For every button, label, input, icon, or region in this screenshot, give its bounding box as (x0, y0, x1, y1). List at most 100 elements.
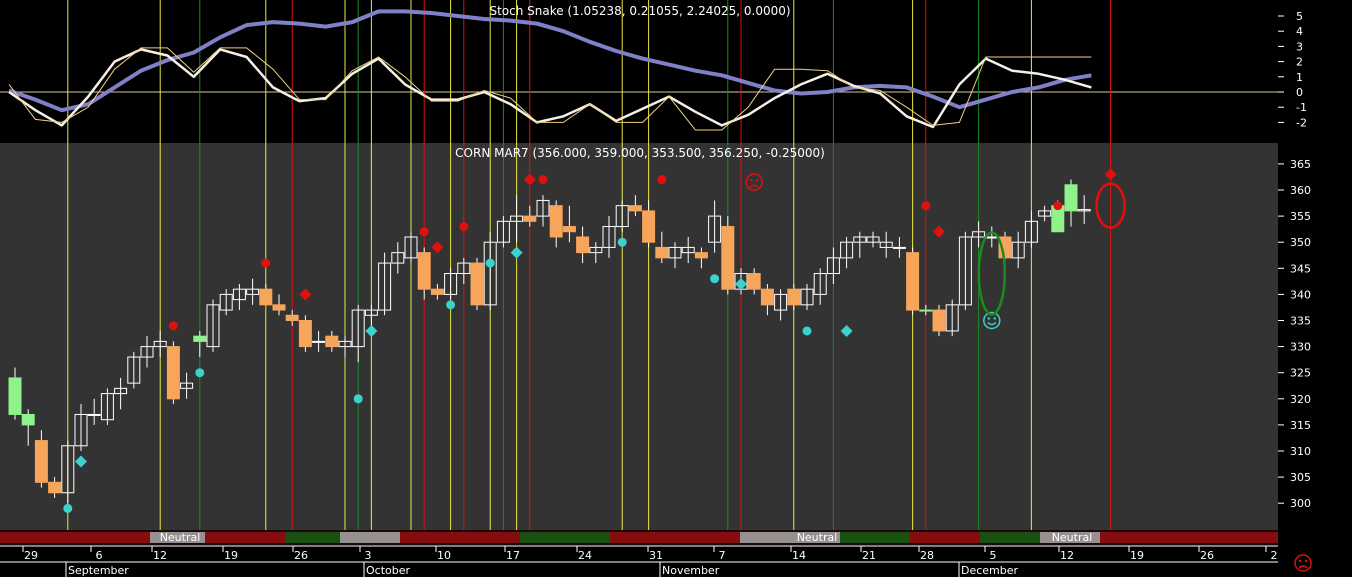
x-day-label: 19 (224, 549, 238, 562)
candle-body (932, 309, 946, 332)
price-ytick-label: 325 (1290, 367, 1311, 380)
x-month-label: September (68, 564, 129, 577)
candle-body (892, 246, 906, 249)
candle-body (272, 304, 286, 311)
signal-band-segment (400, 532, 520, 543)
candle-body (298, 320, 312, 348)
price-ytick-label: 350 (1290, 236, 1311, 249)
buy-dot (710, 274, 720, 284)
sell-dot (261, 258, 271, 268)
x-day-label: 29 (24, 549, 38, 562)
face-eye (1298, 559, 1302, 563)
price-ytick-label: 315 (1290, 419, 1311, 432)
price-ytick-label: 355 (1290, 210, 1311, 223)
candle-body (259, 288, 273, 306)
candle-body (655, 246, 669, 259)
signal-band-segment (0, 532, 150, 543)
candle-body (523, 215, 537, 222)
candle-body (417, 252, 431, 290)
chart-window: 5 4 3 2 1 0 -1 -2 365 360 355 350 345 340 335 330 325 320… (0, 0, 1352, 577)
ind-ytick-label: -1 (1296, 101, 1307, 114)
price-ytick-label: 300 (1290, 497, 1311, 510)
x-day-label: 12 (153, 549, 167, 562)
indicator-panel-bg (0, 0, 1278, 143)
candle-body (642, 210, 656, 243)
x-day-label: 12 (1060, 549, 1074, 562)
buy-dot (353, 394, 363, 404)
ind-ytick-label: 3 (1296, 40, 1303, 53)
x-day-label: 26 (1200, 549, 1214, 562)
candle-body (48, 481, 62, 494)
candle-body (985, 236, 999, 239)
face-eye (756, 178, 759, 182)
x-day-label: 17 (506, 549, 520, 562)
sell-dot (921, 201, 931, 211)
face-eye (993, 317, 996, 320)
sell-dot (657, 175, 667, 185)
price-ytick-label: 360 (1290, 184, 1311, 197)
price-panel-bg (0, 143, 1278, 530)
candle-body (8, 377, 22, 415)
price-ytick-label: 320 (1290, 393, 1311, 406)
candle-body (193, 335, 207, 342)
candle-body (747, 273, 761, 290)
candle-body (325, 335, 339, 348)
candle-body (34, 440, 48, 483)
band-label: Neutral (797, 531, 838, 544)
face-eye (750, 178, 753, 182)
candle-body (562, 226, 576, 233)
price-ytick-label: 340 (1290, 288, 1311, 301)
signal-band-segment (205, 532, 285, 543)
x-day-label: 26 (294, 549, 308, 562)
x-day-label: 28 (920, 549, 934, 562)
candle-body (628, 205, 642, 212)
sell-dot (419, 227, 429, 237)
sell-dot (168, 321, 178, 331)
signal-band-segment (340, 532, 400, 543)
x-day-label: 10 (437, 549, 451, 562)
signal-band-segment (285, 532, 340, 543)
buy-dot (446, 300, 456, 310)
signal-band-segment (980, 532, 1040, 543)
x-day-label: 3 (365, 549, 372, 562)
price-ytick-label: 330 (1290, 341, 1311, 354)
buy-dot (485, 258, 495, 268)
band-label: Neutral (160, 531, 201, 544)
price-ytick-label: 335 (1290, 315, 1311, 328)
x-day-label: 14 (792, 549, 806, 562)
candle-body (430, 288, 444, 295)
signal-band-segment (1100, 532, 1278, 543)
sell-dot (538, 175, 548, 185)
candle-body (1064, 184, 1078, 212)
signal-band-segment (840, 532, 910, 543)
candle-body (919, 309, 933, 312)
x-month-label: December (961, 564, 1019, 577)
x-day-label: 19 (1130, 549, 1144, 562)
candle-body (787, 288, 801, 306)
candle-body (166, 346, 180, 400)
x-day-label: 21 (862, 549, 876, 562)
candle-body (470, 262, 484, 306)
x-month-label: November (662, 564, 720, 577)
candle-body (694, 252, 708, 259)
chart-canvas: 543210-1-2365360355350345340335330325320… (0, 0, 1352, 577)
price-ytick-label: 310 (1290, 445, 1311, 458)
candle-body (87, 413, 101, 416)
ind-ytick-label: 0 (1296, 86, 1303, 99)
buy-dot (195, 368, 205, 378)
ind-ytick-label: 5 (1296, 10, 1303, 23)
ind-ytick-label: 2 (1296, 56, 1303, 69)
x-day-label: 24 (578, 549, 592, 562)
x-month-label: October (366, 564, 410, 577)
ind-ytick-label: 4 (1296, 25, 1303, 38)
candle-body (312, 340, 326, 343)
signal-band-segment (740, 532, 790, 543)
signal-band-segment (610, 532, 740, 543)
price-ytick-label: 345 (1290, 262, 1311, 275)
x-day-label: 7 (719, 549, 726, 562)
price-title: CORN MAR7 (356.000, 359.000, 353.500, 35… (455, 146, 825, 160)
signal-band-segment (910, 532, 980, 543)
x-day-label: 5 (990, 549, 997, 562)
candle-body (21, 413, 35, 426)
ind-ytick-label: -2 (1296, 116, 1307, 129)
